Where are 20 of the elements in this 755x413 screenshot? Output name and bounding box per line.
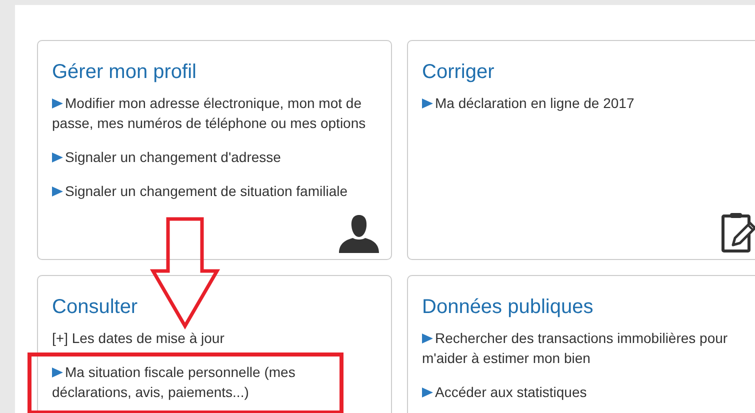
card-title: Données publiques: [422, 295, 594, 320]
triangle-icon: [52, 98, 63, 109]
menu-link[interactable]: Rechercher des transactions immobilières pour m'aider à estimer mon bien: [422, 328, 742, 368]
menu-link[interactable]: Ma déclaration en ligne de 2017: [422, 93, 742, 113]
menu-link[interactable]: Modifier mon adresse électronique, mon mot de passe, mes numéros de téléphone ou mes options: [52, 93, 372, 133]
expand-link[interactable]: [+] Les dates de mise à jour: [52, 328, 372, 348]
triangle-icon: [52, 152, 63, 163]
card-title: Corriger: [422, 60, 496, 85]
card-title: Consulter: [52, 295, 139, 320]
menu-link[interactable]: Accéder aux statistiques: [422, 382, 742, 402]
person-icon: [339, 215, 379, 253]
triangle-icon: [422, 387, 433, 398]
menu-link[interactable]: Ma situation fiscale personnelle (mes déclarations, avis, paiements...): [52, 362, 372, 402]
menu-link[interactable]: Signaler un changement d'adresse: [52, 147, 372, 167]
triangle-icon: [52, 186, 63, 197]
card-title: Gérer mon profil: [52, 60, 198, 85]
menu-link[interactable]: Signaler un changement de situation familiale: [52, 181, 372, 201]
triangle-icon: [422, 98, 433, 109]
triangle-icon: [422, 333, 433, 344]
triangle-icon: [52, 367, 63, 378]
